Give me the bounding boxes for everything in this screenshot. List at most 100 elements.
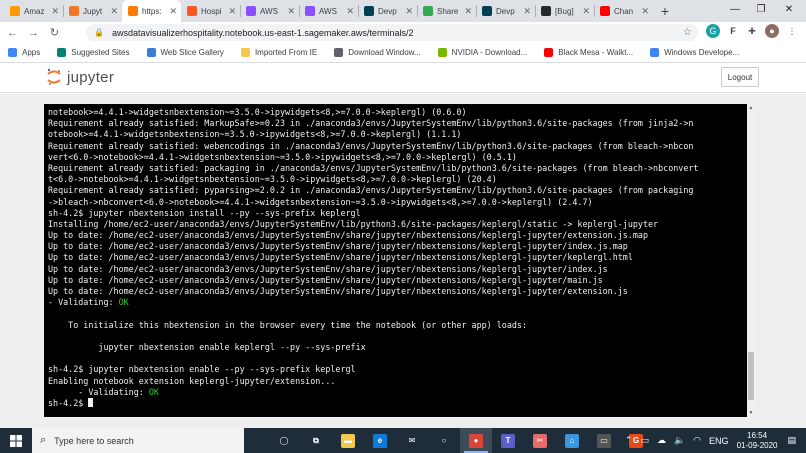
terminal-line[interactable]: Requirement already satisfied: pyparsing… [48, 185, 743, 196]
taskbar-app[interactable]: ○ [428, 428, 460, 453]
taskbar-app[interactable]: ✂ [524, 428, 556, 453]
terminal-line[interactable]: Up to date: /home/ec2-user/anaconda3/env… [48, 286, 743, 297]
taskbar-app[interactable]: ⧉ [300, 428, 332, 453]
close-tab-icon[interactable]: ✕ [346, 6, 354, 17]
terminal-line[interactable]: notebook>=4.4.1->widgetsnbextension~=3.5… [48, 107, 743, 118]
bookmark-item[interactable]: Imported From IE [240, 48, 317, 57]
close-tab-icon[interactable]: ✕ [287, 6, 295, 17]
terminal-line[interactable]: Requirement already satisfied: webencodi… [48, 141, 743, 152]
terminal-line[interactable] [48, 331, 743, 342]
terminal-line[interactable]: Enabling notebook extension keplergl-jup… [48, 376, 743, 387]
browser-tab[interactable]: [Bug] ✕ [535, 0, 594, 22]
terminal-line[interactable]: - Validating: OK [48, 387, 743, 398]
close-tab-icon[interactable]: ✕ [582, 6, 590, 17]
browser-tab[interactable]: Devp ✕ [476, 0, 535, 22]
volume-icon[interactable]: 🔈 [674, 435, 685, 446]
terminal-line[interactable]: To initialize this nbextension in the br… [48, 320, 743, 331]
terminal-scrollbar[interactable]: ▲ ▼ [747, 104, 755, 417]
back-icon[interactable]: ← [4, 24, 21, 41]
terminal-line[interactable]: sh-4.2$ jupyter nbextension enable --py … [48, 364, 743, 375]
close-tab-icon[interactable]: ✕ [464, 6, 472, 17]
extensions-puzzle-icon[interactable]: ✚ [745, 24, 759, 38]
browser-tab[interactable]: Chan ✕ [594, 0, 653, 22]
scroll-down-icon[interactable]: ▼ [747, 409, 755, 417]
terminal-line[interactable]: Up to date: /home/ec2-user/anaconda3/env… [48, 230, 743, 241]
address-bar[interactable]: 🔒 awsdatavisualizerhospitality.notebook.… [86, 24, 698, 41]
terminal-line[interactable]: jupyter nbextension enable keplergl --py… [48, 342, 743, 353]
taskbar-app[interactable]: ⌂ [556, 428, 588, 453]
grammarly-extension-icon[interactable]: G [706, 24, 720, 38]
notifications-icon[interactable]: ▤ [787, 435, 796, 446]
lock-icon[interactable]: 🔒 [94, 28, 104, 37]
bookmark-item[interactable]: Web Slice Gallery [146, 48, 224, 57]
browser-tab[interactable]: Hospi ✕ [181, 0, 240, 22]
profile-avatar[interactable]: ● [765, 24, 779, 38]
close-tab-icon[interactable]: ✕ [228, 6, 236, 17]
taskbar-app[interactable]: ▭ [588, 428, 620, 453]
logout-button[interactable]: Logout [721, 67, 759, 87]
scroll-up-icon[interactable]: ▲ [747, 104, 755, 112]
close-tab-icon[interactable]: ✕ [110, 6, 118, 17]
close-window-icon[interactable]: ✕ [776, 0, 802, 18]
browser-tab[interactable]: Devp ✕ [358, 0, 417, 22]
terminal-line[interactable]: Up to date: /home/ec2-user/anaconda3/env… [48, 264, 743, 275]
language-indicator[interactable]: ENG [709, 436, 729, 446]
windows-start-icon[interactable] [0, 428, 32, 453]
taskbar-app[interactable]: ✉ [396, 428, 428, 453]
browser-tab[interactable]: Jupyt ✕ [63, 0, 122, 22]
terminal-line[interactable]: t<6.0->notebook>=4.4.1->widgetsnbextensi… [48, 174, 743, 185]
terminal-line[interactable]: Up to date: /home/ec2-user/anaconda3/env… [48, 241, 743, 252]
reload-icon[interactable]: ↻ [46, 24, 63, 41]
terminal-line[interactable]: Requirement already satisfied: packaging… [48, 163, 743, 174]
browser-tab[interactable]: AWS ✕ [240, 0, 299, 22]
taskbar-clock[interactable]: 16:54 01-09-2020 [737, 431, 778, 451]
terminal-line[interactable] [48, 353, 743, 364]
terminal-line[interactable]: otebook>=4.4.1->widgetsnbextension~=3.5.… [48, 129, 743, 140]
cloud-icon[interactable]: ☁ [657, 435, 666, 446]
terminal-line[interactable]: sh-4.2$ jupyter nbextension install --py… [48, 208, 743, 219]
close-tab-icon[interactable]: ✕ [405, 6, 413, 17]
network-icon[interactable]: ▭ [640, 435, 649, 446]
maximize-icon[interactable]: ❐ [748, 0, 774, 18]
terminal-line[interactable]: Up to date: /home/ec2-user/anaconda3/env… [48, 275, 743, 286]
terminal-line[interactable]: - Validating: OK [48, 297, 743, 308]
terminal-line[interactable]: Installing /home/ec2-user/anaconda3/envs… [48, 219, 743, 230]
taskbar-app[interactable]: ● [460, 428, 492, 453]
scrollbar-thumb[interactable] [748, 352, 754, 400]
terminal-line[interactable]: Up to date: /home/ec2-user/anaconda3/env… [48, 252, 743, 263]
bookmark-item[interactable]: Apps [8, 48, 40, 57]
browser-tab[interactable]: AWS ✕ [299, 0, 358, 22]
jupyter-logo[interactable]: jupyter [47, 68, 114, 86]
browser-tab[interactable]: Amaz ✕ [4, 0, 63, 22]
taskbar-search-placeholder[interactable]: Type here to search [54, 436, 134, 446]
taskbar-app[interactable]: ▬ [332, 428, 364, 453]
bookmark-item[interactable]: Black Mesa - Walkt... [544, 48, 633, 57]
terminal-line[interactable]: Requirement already satisfied: MarkupSaf… [48, 118, 743, 129]
terminal-line[interactable]: vert<6.0->notebook>=4.4.1->widgetsnbexte… [48, 152, 743, 163]
flipboard-extension-icon[interactable]: F [726, 24, 740, 38]
terminal-window[interactable]: notebook>=4.4.1->widgetsnbextension~=3.5… [44, 104, 755, 417]
wifi-icon[interactable]: ◠ [693, 435, 701, 446]
taskbar-app[interactable]: ◯ [268, 428, 300, 453]
bookmark-item[interactable]: Download Window... [334, 48, 421, 57]
bookmark-item[interactable]: Windows Develope... [650, 48, 739, 57]
taskbar-search-box[interactable]: ⌕ Type here to search [32, 428, 244, 453]
forward-icon[interactable]: → [25, 24, 42, 41]
browser-tab[interactable]: https: ✕ [122, 0, 181, 22]
new-tab-button[interactable]: + [653, 0, 677, 22]
taskbar-app[interactable]: e [364, 428, 396, 453]
close-tab-icon[interactable]: ✕ [169, 6, 177, 17]
minimize-icon[interactable]: — [722, 0, 748, 18]
terminal-output[interactable]: notebook>=4.4.1->widgetsnbextension~=3.5… [48, 107, 743, 409]
browser-tab[interactable]: Share ✕ [417, 0, 476, 22]
terminal-line[interactable]: sh-4.2$ [48, 397, 743, 409]
bookmark-item[interactable]: Suggested Sites [57, 48, 130, 57]
close-tab-icon[interactable]: ✕ [523, 6, 531, 17]
url-text[interactable]: awsdatavisualizerhospitality.notebook.us… [112, 28, 683, 38]
bookmark-item[interactable]: NVIDIA - Download... [437, 48, 527, 57]
close-tab-icon[interactable]: ✕ [641, 6, 649, 17]
close-tab-icon[interactable]: ✕ [51, 6, 59, 17]
bookmark-star-icon[interactable]: ☆ [683, 27, 692, 38]
taskbar-app[interactable]: T [492, 428, 524, 453]
terminal-line[interactable] [48, 308, 743, 319]
